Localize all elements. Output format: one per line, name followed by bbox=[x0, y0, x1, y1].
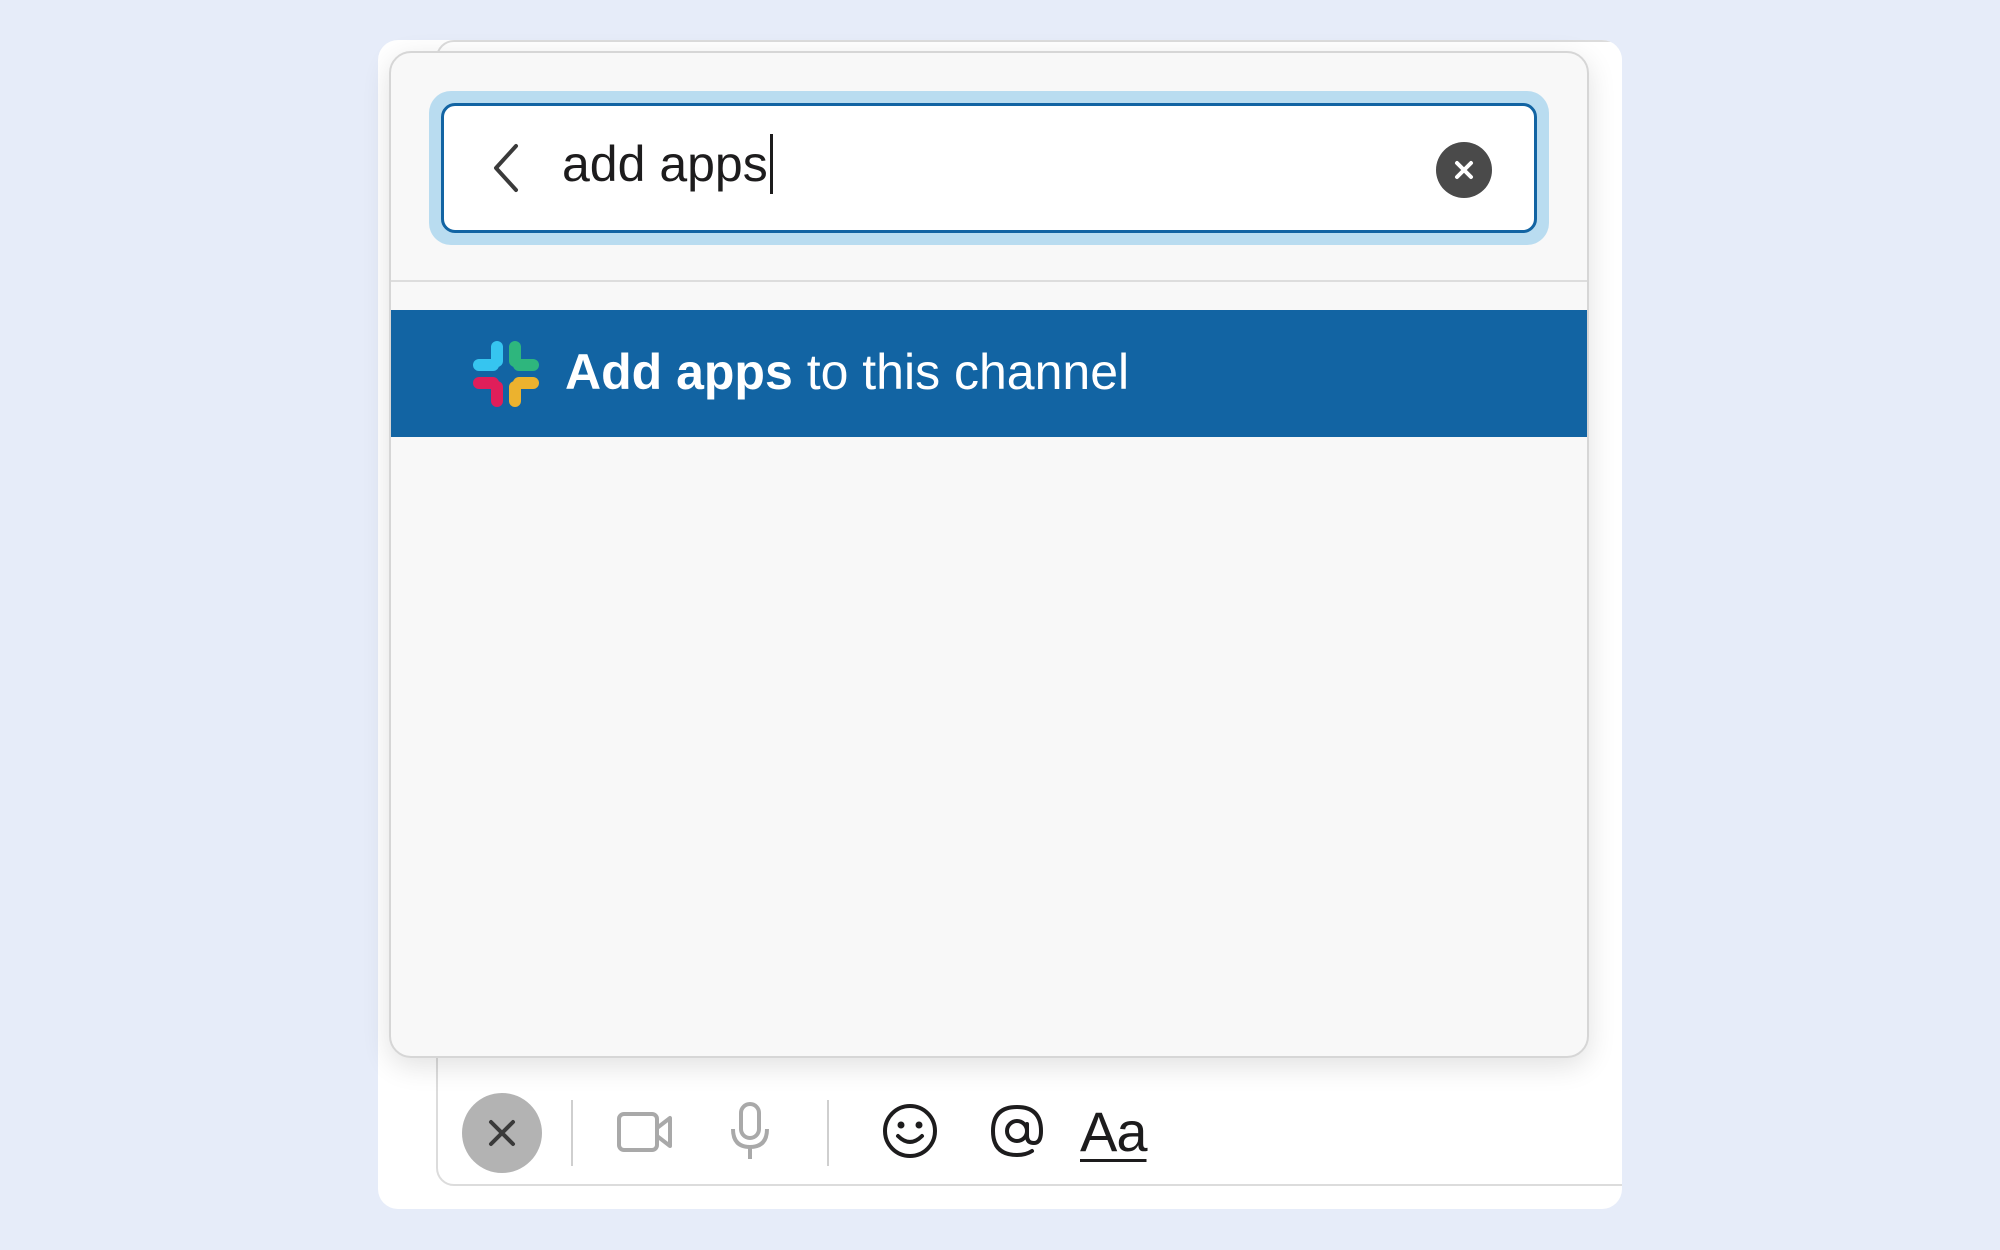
close-icon bbox=[1455, 161, 1473, 179]
search-query-text[interactable]: add apps bbox=[562, 134, 773, 194]
microphone-icon bbox=[731, 1102, 769, 1159]
video-clip-button[interactable] bbox=[614, 1103, 676, 1161]
back-button[interactable] bbox=[486, 140, 526, 196]
video-icon bbox=[617, 1112, 672, 1152]
close-composer-button[interactable] bbox=[462, 1093, 542, 1173]
result-label: Add apps to this channel bbox=[565, 342, 1129, 402]
result-item-add-apps[interactable]: Add apps to this channel bbox=[391, 310, 1587, 437]
toolbar-separator bbox=[571, 1100, 573, 1166]
search-input[interactable]: add apps bbox=[441, 103, 1537, 233]
audio-clip-button[interactable] bbox=[726, 1099, 774, 1165]
search-focus-ring: add apps bbox=[429, 91, 1549, 245]
result-label-rest: to this channel bbox=[792, 344, 1130, 400]
text-formatting-button[interactable]: Aa bbox=[1080, 1099, 1147, 1164]
result-label-match: Add apps bbox=[565, 344, 793, 400]
emoji-button[interactable] bbox=[880, 1101, 940, 1161]
slack-logo-icon bbox=[473, 341, 539, 407]
toolbar-separator bbox=[827, 1100, 829, 1166]
mention-icon bbox=[990, 1104, 1044, 1158]
clear-search-button[interactable] bbox=[1436, 142, 1492, 198]
chevron-left-icon bbox=[494, 144, 518, 192]
shortcut-search-popup: add apps Add apps to this channel bbox=[389, 51, 1589, 1058]
popup-divider bbox=[391, 280, 1587, 282]
close-icon bbox=[489, 1120, 515, 1146]
composer-toolbar: Aa bbox=[436, 1055, 1622, 1181]
mention-button[interactable] bbox=[986, 1101, 1048, 1161]
emoji-icon bbox=[883, 1104, 937, 1158]
